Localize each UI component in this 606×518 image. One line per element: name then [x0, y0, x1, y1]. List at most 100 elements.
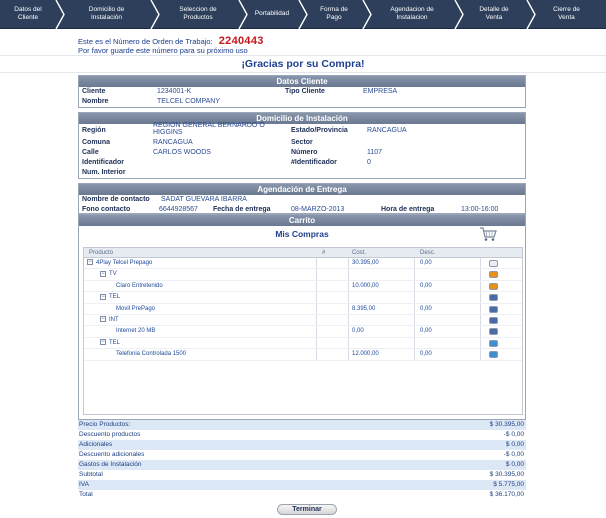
cart-row-product: − TEL	[100, 338, 120, 349]
terminar-button[interactable]: Terminar	[277, 504, 337, 515]
numero-value: 1107	[367, 149, 383, 156]
cart-row-label: Internet 20 MB	[116, 328, 156, 335]
grid-header: Producto # Cost. Desc.	[84, 248, 522, 258]
step-agendacion[interactable]: Agendacion de Instalacion	[369, 0, 464, 29]
collapse-icon[interactable]: −	[100, 316, 106, 323]
domicilio-panel: Domicilio de Instalación Región REGION G…	[78, 112, 526, 179]
datos-cliente-panel: Datos Cliente Cliente 1234001-K Tipo Cli…	[78, 75, 526, 108]
cart-row-cost: 8.395,00	[352, 305, 376, 312]
cart-row[interactable]: − TEL	[84, 338, 522, 350]
num-interior-label: Num. Interior	[82, 169, 126, 176]
phone-icon[interactable]	[489, 305, 498, 313]
nombre-label: Nombre	[82, 98, 109, 105]
divider	[0, 55, 606, 56]
totals-value: $ 30.395,00	[489, 471, 524, 478]
cart-row[interactable]: Telefonia Controlada 1500 12.000,00 0,00	[84, 349, 522, 361]
tv-icon[interactable]	[489, 271, 498, 279]
cart-row-label: TV	[109, 271, 117, 278]
chevron-right-icon	[454, 0, 464, 29]
totals-label: Adicionales	[79, 441, 113, 448]
totals-value: $ 0,00	[505, 441, 524, 448]
cart-row-label: Claro Entretenido	[116, 282, 163, 289]
step-datos-cliente[interactable]: Datos del Cliente	[0, 0, 65, 29]
chevron-right-icon	[298, 0, 308, 29]
tv-icon[interactable]	[489, 282, 498, 290]
totals-value: -$ 0,00	[503, 431, 524, 438]
network-icon[interactable]	[489, 328, 498, 336]
contacto-label: Nombre de contacto	[82, 196, 150, 203]
collapse-icon[interactable]: −	[87, 259, 93, 266]
collapse-icon[interactable]: −	[100, 339, 106, 346]
cart-row-product: Movil PrePago	[116, 304, 155, 315]
totals-label: Subtotal	[79, 471, 103, 478]
cart-row-product: − INT	[100, 315, 119, 326]
step-label: Domicilio de Instalación	[88, 6, 125, 21]
contacto-value: SADAT GUEVARA IBARRA	[161, 196, 247, 203]
cart-row-label: TEL	[109, 339, 121, 346]
region-label: Región	[82, 127, 106, 134]
step-label: Portabilidad	[254, 10, 290, 17]
estado-label: Estado/Provincia	[291, 127, 348, 134]
collapse-icon[interactable]: −	[100, 293, 106, 300]
chevron-right-icon	[238, 0, 248, 29]
cart-row[interactable]: Movil PrePago 8.395,00 0,00	[84, 304, 522, 315]
wizard-nav: Datos del Cliente Domicilio de Instalaci…	[0, 0, 606, 29]
thanks-title: ¡Gracias por su Compra!	[241, 58, 365, 70]
cart-row[interactable]: −4Play Telcel Prepago 30.395,00 0,00	[84, 258, 522, 270]
phone-icon[interactable]	[489, 294, 498, 302]
cart-row-label: Telefonia Controlada 1500	[116, 351, 187, 358]
landline-icon[interactable]	[489, 351, 498, 359]
totals-value: -$ 0,00	[503, 451, 524, 458]
carrito-panel: Carrito Mis Compras Producto # Cost. Des…	[78, 214, 526, 420]
cart-row-product: Internet 20 MB	[116, 326, 155, 337]
cart-row-product: −4Play Telcel Prepago	[87, 258, 152, 269]
cart-row-product: − TV	[100, 269, 117, 280]
shopping-cart-icon	[480, 227, 497, 241]
totals-value: $ 0,00	[505, 461, 524, 468]
totals-row: Subtotal $ 30.395,00	[78, 470, 526, 480]
step-portabilidad[interactable]: Portabilidad	[245, 0, 308, 29]
totals-row: Descuento adicionales -$ 0,00	[78, 450, 526, 460]
cliente-label: Cliente	[82, 88, 106, 95]
numero-label: Número	[291, 149, 318, 156]
step-label: Datos del Cliente	[14, 6, 42, 21]
step-seleccion-productos[interactable]: Seleccion de Productos	[157, 0, 248, 29]
grid-body: −4Play Telcel Prepago 30.395,00 0,00− TV Cla…	[84, 258, 522, 361]
cart-row[interactable]: − TV	[84, 269, 522, 281]
collapse-icon[interactable]: −	[100, 270, 106, 277]
cart-row[interactable]: Internet 20 MB 0,00 0,00	[84, 326, 522, 338]
comuna-label: Comuna	[82, 139, 110, 146]
landline-icon[interactable]	[489, 339, 498, 347]
totals-label: Total	[79, 491, 93, 498]
hash-identificador-label: #Identificador	[291, 159, 337, 166]
cart-row-desc: 0,00	[420, 328, 432, 335]
chevron-right-icon	[55, 0, 65, 29]
cart-row-product: Telefonia Controlada 1500	[116, 349, 186, 360]
step-forma-pago[interactable]: Forma de Pago	[305, 0, 372, 29]
calle-label: Calle	[82, 149, 99, 156]
cart-row[interactable]: − INT	[84, 315, 522, 327]
step-detalle-venta[interactable]: Detalle de Venta	[461, 0, 536, 29]
cart-row-desc: 0,00	[420, 260, 432, 266]
estado-value: RANCAGUA	[367, 127, 407, 134]
cart-row-product: − TEL	[100, 292, 120, 303]
totals-row: Precio Productos: $ 30.395,00	[78, 420, 526, 430]
network-icon[interactable]	[489, 316, 498, 324]
order-note: Por favor guarde este número para su pró…	[78, 46, 248, 55]
totals-value: $ 36.170,00	[489, 491, 524, 498]
step-label: Forma de Pago	[320, 6, 348, 21]
nombre-value: TELCEL COMPANY	[157, 98, 221, 105]
step-domicilio[interactable]: Domicilio de Instalación	[62, 0, 160, 29]
sector-label: Sector	[291, 139, 313, 146]
step-cierre-venta[interactable]: Cierre de Venta	[533, 0, 606, 28]
totals-row: Total $ 36.170,00	[78, 490, 526, 500]
cart-row[interactable]: − TEL	[84, 292, 522, 304]
cart-row-desc: 0,00	[420, 351, 432, 358]
comuna-value: RANCAGUA	[153, 139, 193, 146]
cart-row-label: TEL	[109, 294, 121, 301]
cart-grid: Producto # Cost. Desc. −4Play Telcel Pre…	[83, 247, 523, 415]
cart-row-label: Movil PrePago	[116, 305, 156, 312]
document-icon[interactable]	[489, 260, 498, 267]
totals-table: Precio Productos: $ 30.395,00 Descuento pr…	[78, 420, 526, 500]
cart-row[interactable]: Claro Entretenido 10.000,00 0,00	[84, 281, 522, 293]
